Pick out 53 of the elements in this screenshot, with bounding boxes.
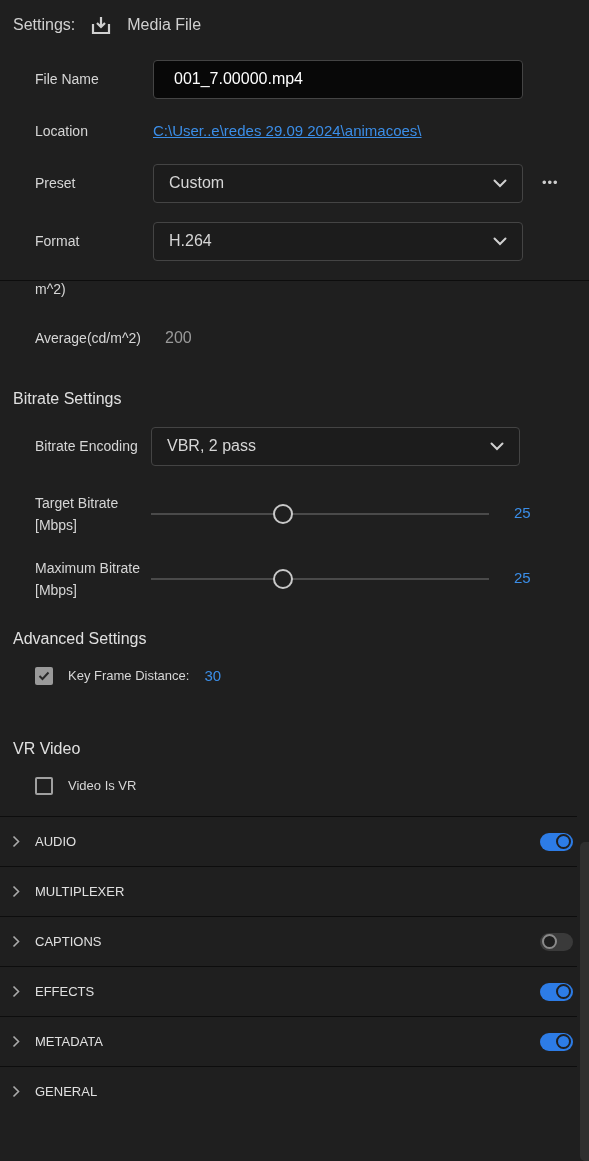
field-label: Location [35,121,89,141]
dropdown[interactable]: H.264 [153,221,523,261]
checkbox-label: Video Is VR [68,777,137,796]
accordion-row[interactable]: METADATA [0,1016,577,1066]
toggle-switch[interactable] [540,982,573,1001]
location-link[interactable]: C:\User..e\redes 29.09 2024\animacoes\ [153,119,422,143]
field-label: Preset [35,173,77,193]
slider[interactable] [151,503,489,524]
section-heading: Bitrate Settings [13,389,122,409]
accordion-row[interactable]: MULTIPLEXER [0,866,577,916]
chevron-right-icon [12,985,20,998]
chevron-down-icon [493,178,507,188]
field-label: File Name [35,69,100,89]
settings-label: Settings: [13,15,76,35]
chevron-right-icon [12,935,20,948]
accordion-row[interactable]: EFFECTS [0,966,577,1016]
accordion-row[interactable]: GENERAL [0,1066,577,1116]
chevron-right-icon [12,1035,20,1048]
dropdown[interactable]: Custom [153,163,523,203]
toggle-switch[interactable] [540,1032,573,1051]
toggle-switch[interactable] [540,832,573,851]
slider-thumb[interactable] [272,568,293,589]
checkbox[interactable] [35,777,53,795]
chevron-right-icon [12,1085,20,1098]
download-icon [91,15,112,35]
section-heading: VR Video [13,739,81,759]
slider-value[interactable]: 25 [514,502,531,525]
file-name-field[interactable]: 001_7.00000.mp4 [153,59,523,99]
slider-thumb[interactable] [272,503,293,524]
more-button[interactable]: ••• [542,173,559,193]
field-label: Maximum Bitrate [Mbps] [35,558,142,600]
chevron-down-icon [493,236,507,246]
accordion-row[interactable]: AUDIO [0,816,577,866]
average-value: 200 [165,328,192,348]
chevron-right-icon [12,885,20,898]
chevron-right-icon [12,835,20,848]
field-label: Target Bitrate [Mbps] [35,493,120,535]
field-label: m^2) [35,281,66,297]
field-label: Bitrate Encoding [35,436,139,456]
toggle-switch[interactable] [540,932,573,951]
section-heading: Advanced Settings [13,629,147,649]
dropdown[interactable]: VBR, 2 pass [151,426,520,466]
accordion-row[interactable]: CAPTIONS [0,916,577,966]
checkbox[interactable] [35,667,53,685]
checkbox-label: Key Frame Distance: [68,667,190,686]
slider-value[interactable]: 25 [514,567,531,590]
field-label: Format [35,231,81,251]
slider[interactable] [151,568,489,589]
chevron-down-icon [490,441,504,451]
check-icon [38,671,50,681]
field-label: Average(cd/m^2) [35,328,142,348]
key-frame-value[interactable]: 30 [204,664,222,688]
media-file-label: Media File [127,15,202,35]
